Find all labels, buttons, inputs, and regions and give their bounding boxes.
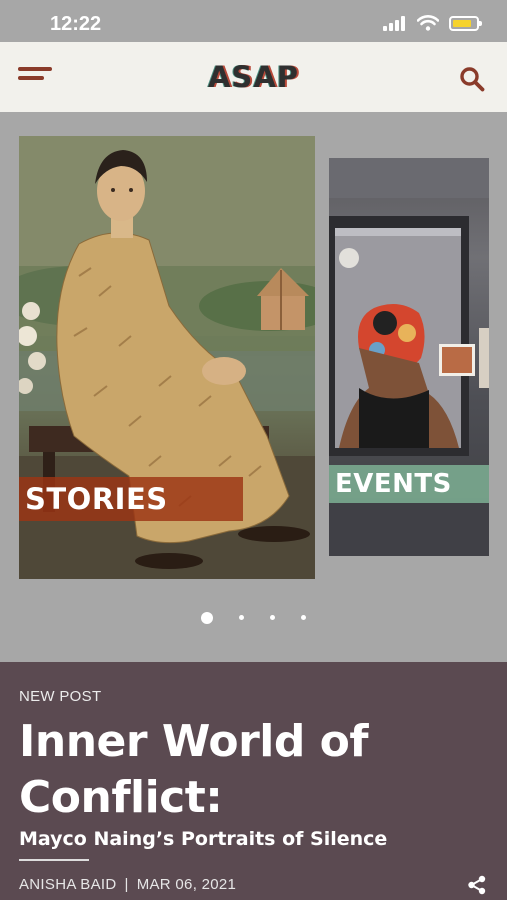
- pagination-dot-3[interactable]: [270, 615, 275, 620]
- signal-icon: [383, 15, 407, 31]
- post-divider: [19, 859, 89, 861]
- battery-level: [453, 19, 471, 27]
- search-icon[interactable]: [459, 66, 485, 92]
- app-logo[interactable]: ASAP: [0, 60, 507, 94]
- pagination-dot-2[interactable]: [239, 615, 244, 620]
- events-card[interactable]: EVENTS: [329, 158, 489, 556]
- app-screen: 12:22 ASAP STORIES EVENTS NEW POST Inner…: [0, 0, 507, 900]
- pagination-dot-4[interactable]: [301, 615, 306, 620]
- featured-post[interactable]: NEW POST Inner World of Conflict: Mayco …: [0, 662, 507, 900]
- post-subtitle: Mayco Naing’s Portraits of Silence: [19, 828, 388, 850]
- battery-icon: [449, 15, 482, 31]
- wifi-icon: [417, 15, 439, 31]
- share-icon[interactable]: [467, 875, 487, 895]
- status-bar: 12:22: [0, 0, 507, 42]
- post-meta-separator: |: [124, 876, 129, 893]
- post-author[interactable]: ANISHA BAID: [19, 876, 117, 893]
- status-time: 12:22: [50, 13, 102, 35]
- events-label: EVENTS: [329, 465, 489, 503]
- category-carousel[interactable]: STORIES EVENTS: [0, 112, 507, 662]
- post-meta: ANISHA BAID | MAR 06, 2021: [19, 876, 236, 893]
- pagination-dot-1[interactable]: [201, 612, 213, 624]
- stories-card[interactable]: STORIES: [19, 136, 315, 579]
- carousel-pagination: [0, 612, 507, 624]
- app-header: ASAP: [0, 42, 507, 112]
- post-title[interactable]: Inner World of Conflict:: [19, 714, 489, 826]
- post-title-line-2: Conflict:: [19, 772, 223, 823]
- stories-label: STORIES: [19, 477, 243, 521]
- post-tag: NEW POST: [19, 688, 102, 705]
- post-date: MAR 06, 2021: [136, 876, 237, 893]
- status-icons: [383, 15, 482, 31]
- post-title-line-1: Inner World of: [19, 716, 369, 767]
